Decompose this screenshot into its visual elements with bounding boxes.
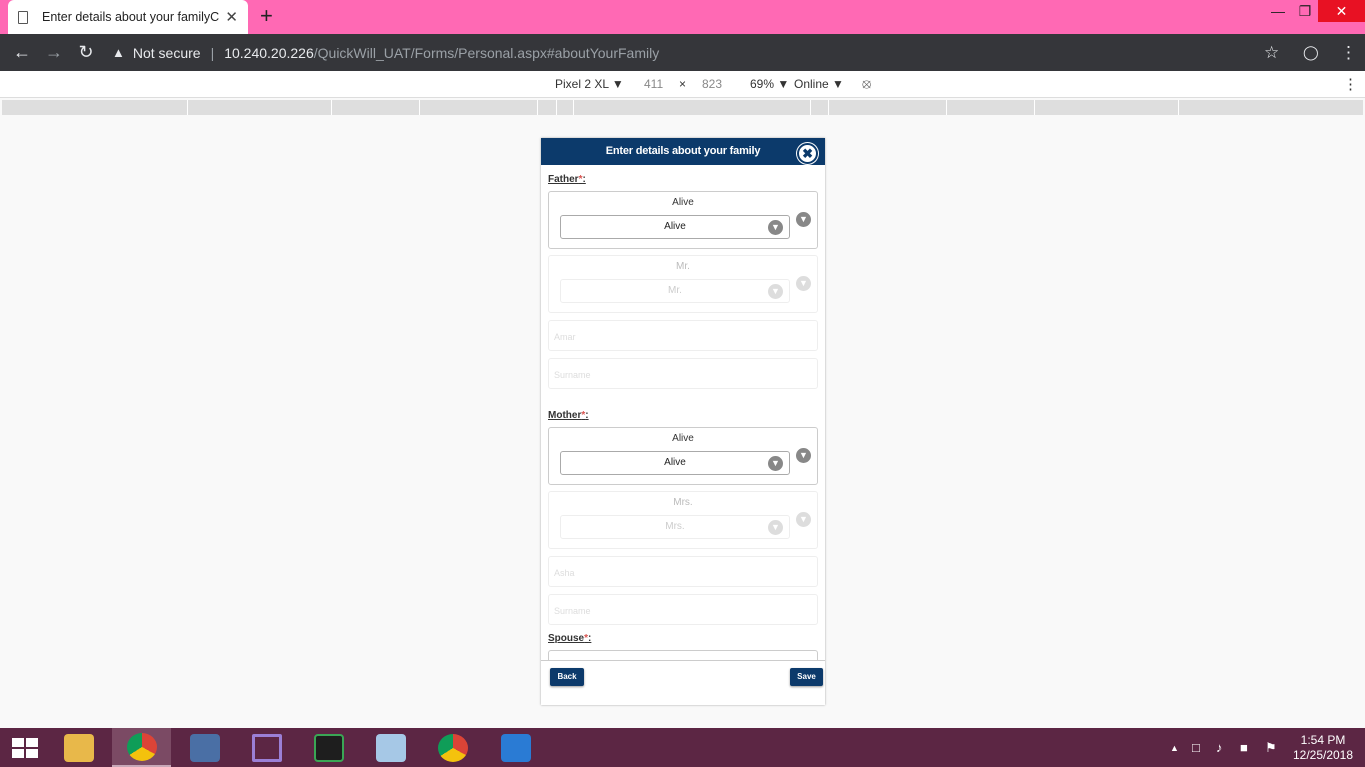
mother-title-select[interactable]: Mrs. ▼ [560,515,790,539]
viewport-width[interactable]: 411 [644,77,663,91]
save-button[interactable]: Save [790,668,823,686]
expand-chevron-icon[interactable]: ▼ [796,448,811,463]
chevron-down-icon: ▼ [768,520,783,535]
mother-title-value: Mrs. [665,521,685,532]
chevron-down-icon: ▼ [768,456,783,471]
device-viewport: Enter details about your family ✖ Father… [541,138,825,705]
father-title-caption: Mr. [676,261,690,272]
address-bar[interactable]: ▲ Not secure | 10.240.20.226/QuickWill_U… [112,34,659,71]
maximize-button[interactable]: ❐ [1295,0,1315,22]
tab-close-button[interactable]: ✕ [225,8,238,26]
father-title-select[interactable]: Mr. ▼ [560,279,790,303]
windows-start-icon[interactable] [12,738,38,758]
chrome-icon[interactable] [423,728,482,767]
taskbar: ▲ □ ♪ ■ ⚑ 1:54 PM 12/25/2018 [0,728,1365,767]
father-label: Father*: [548,174,586,185]
devtools-menu-icon[interactable]: ⋮ [1343,75,1358,93]
divider: | [210,44,215,61]
close-icon[interactable]: ✖ [797,143,818,164]
spouse-label-text: Spouse [548,633,585,644]
network-select[interactable]: Online ▼ [794,77,844,91]
browser-toolbar: ← → ↻ ▲ Not secure | 10.240.20.226/Quick… [0,34,1365,71]
chrome-icon[interactable] [112,728,171,767]
browser-tab-strip: Enter details about your familyCl ✕ + — … [0,0,1365,34]
spouse-label: Spouse*: [548,633,592,644]
required-asterisk: * [581,410,586,421]
father-status-value: Alive [664,221,686,232]
father-title-group: Mr. Mr. ▼ ▼ [548,255,818,313]
modal-header: Enter details about your family ✖ [541,138,825,165]
forward-arrow-icon[interactable]: → [38,42,70,63]
volume-icon[interactable]: ♪ [1216,728,1223,767]
tab-title: Enter details about your familyCl [42,10,220,24]
bookmark-star-icon[interactable]: ☆ [1264,34,1279,71]
battery-icon[interactable]: ■ [1240,728,1248,767]
mother-status-select[interactable]: Alive ▼ [560,451,790,475]
father-status-group: Alive Alive ▼ ▼ [548,191,818,249]
security-label: Not secure [132,44,201,61]
remote-desktop-icon[interactable] [175,728,234,767]
url-host: 10.240.20.226 [224,44,314,61]
father-first-name-input[interactable]: Amar [548,320,818,351]
incognito-icon[interactable]: ◯ [1303,34,1319,71]
expand-chevron-icon[interactable]: ▼ [796,276,811,291]
father-title-value: Mr. [668,285,682,296]
mother-title-group: Mrs. Mrs. ▼ ▼ [548,491,818,549]
tray-expand-icon[interactable]: ▲ [1170,728,1179,767]
father-status-caption: Alive [672,197,694,208]
zoom-select[interactable]: 69% ▼ [750,77,789,91]
page-icon [18,10,28,24]
modal-title: Enter details about your family [605,145,761,157]
mother-first-name-input[interactable]: Asha [548,556,818,587]
window-close-button[interactable]: ✕ [1318,0,1365,22]
clock-date: 12/25/2018 [1292,748,1354,762]
device-toolbar: Pixel 2 XL ▼ 411 × 823 69% ▼ Online ▼ ⦻ … [0,71,1365,98]
required-asterisk: * [578,174,583,185]
required-asterisk: * [584,633,589,644]
visual-studio-icon[interactable] [237,728,296,767]
media-query-ruler[interactable] [2,100,1363,115]
dimension-separator: × [679,77,687,91]
rotate-icon[interactable]: ⦻ [862,75,871,92]
expand-chevron-icon[interactable]: ▼ [796,512,811,527]
url-path: /QuickWill_UAT/Forms/Personal.aspx#about… [313,44,660,61]
network-icon[interactable]: □ [1192,728,1200,767]
new-tab-button[interactable]: + [260,5,273,27]
father-label-text: Father [548,174,579,185]
warning-icon: ▲ [112,45,125,60]
menu-icon[interactable]: ⋮ [1340,34,1357,71]
minimize-button[interactable]: — [1268,0,1288,22]
father-status-select[interactable]: Alive ▼ [560,215,790,239]
expand-chevron-icon[interactable]: ▼ [796,212,811,227]
father-surname-input[interactable]: Surname [548,358,818,389]
chevron-down-icon: ▼ [768,284,783,299]
back-arrow-icon[interactable]: ← [6,42,38,63]
reload-icon[interactable]: ↻ [70,42,102,63]
system-clock[interactable]: 1:54 PM 12/25/2018 [1286,733,1360,763]
mother-status-group: Alive Alive ▼ ▼ [548,427,818,485]
browser-tab[interactable]: Enter details about your familyCl ✕ [8,0,248,34]
mother-surname-input[interactable]: Surname [548,594,818,625]
modal-footer: Back Save [541,660,825,705]
viewport-height[interactable]: 823 [702,77,722,91]
chevron-down-icon: ▼ [768,220,783,235]
mother-label-text: Mother [548,410,582,421]
back-button[interactable]: Back [550,668,584,686]
app-icon[interactable] [486,728,545,767]
file-explorer-icon[interactable] [49,728,108,767]
notepad-icon[interactable] [361,728,420,767]
mother-label: Mother*: [548,410,589,421]
clock-time: 1:54 PM [1300,733,1346,747]
mother-title-caption: Mrs. [673,497,693,508]
sql-developer-icon[interactable] [299,728,358,767]
device-select[interactable]: Pixel 2 XL ▼ [555,77,624,91]
mother-status-caption: Alive [672,433,694,444]
mother-status-value: Alive [664,457,686,468]
notification-icon[interactable]: ⚑ [1265,728,1277,767]
